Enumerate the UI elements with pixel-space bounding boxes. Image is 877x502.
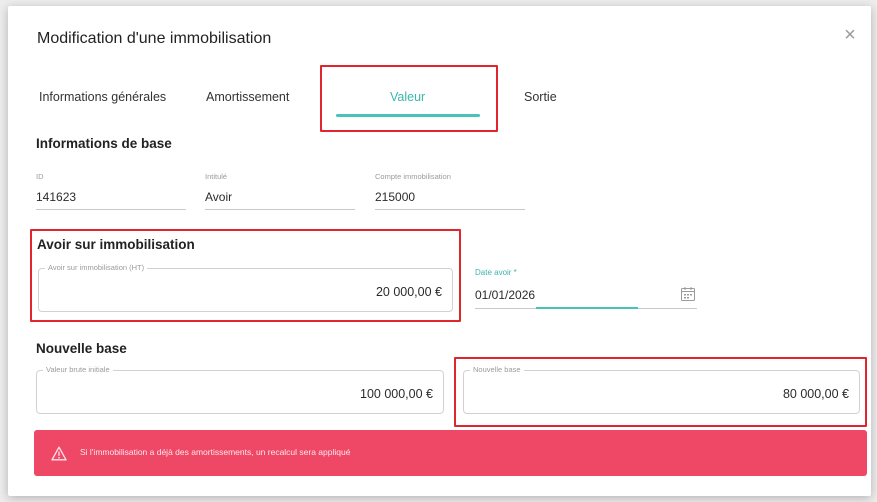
nouvelle-base-field: Nouvelle base 80 000,00 €	[463, 365, 860, 414]
compte-immobilisation-underline	[375, 209, 525, 210]
avoir-amount-label: Avoir sur immobilisation (HT)	[45, 263, 148, 272]
avoir-amount-value: 20 000,00 €	[375, 285, 442, 299]
valeur-brute-initiale-value: 100 000,00 €	[360, 387, 433, 401]
id-value: 141623	[36, 190, 77, 204]
valeur-brute-initiale-label: Valeur brute initiale	[43, 365, 113, 374]
intitule-label: Intitulé	[205, 172, 228, 181]
id-field-underline	[36, 209, 186, 210]
edit-asset-modal: Modification d'une immobilisation × Info…	[8, 6, 871, 496]
compte-immobilisation-value[interactable]: 215000	[375, 190, 415, 204]
compte-immobilisation-label: Compte immobilisation	[375, 172, 451, 181]
calendar-icon[interactable]	[680, 286, 696, 302]
section-title-informations-de-base: Informations de base	[36, 136, 172, 151]
nouvelle-base-label: Nouvelle base	[470, 365, 524, 374]
active-tab-indicator	[336, 114, 480, 117]
id-label: ID	[36, 172, 44, 181]
close-icon[interactable]: ×	[841, 25, 859, 45]
avoir-amount-field[interactable]: Avoir sur immobilisation (HT) 20 000,00 …	[38, 263, 453, 312]
section-title-nouvelle-base: Nouvelle base	[36, 341, 127, 356]
section-title-avoir-sur-immobilisation: Avoir sur immobilisation	[37, 237, 195, 252]
valeur-brute-initiale-field: Valeur brute initiale 100 000,00 €	[36, 365, 444, 414]
alert-message: Si l'immobilisation a déjà des amortisse…	[80, 447, 351, 457]
warning-icon	[51, 446, 67, 461]
date-avoir-focus-bar	[536, 307, 638, 309]
date-avoir-input[interactable]: 01/01/2026	[475, 288, 535, 302]
tab-sortie[interactable]: Sortie	[524, 90, 557, 104]
modal-title: Modification d'une immobilisation	[37, 30, 272, 47]
tab-valeur[interactable]: Valeur	[390, 90, 425, 104]
intitule-value[interactable]: Avoir	[205, 190, 232, 204]
date-avoir-label: Date avoir *	[475, 268, 517, 277]
tab-informations-generales[interactable]: Informations générales	[39, 90, 166, 104]
nouvelle-base-value: 80 000,00 €	[782, 387, 849, 401]
tab-amortissement[interactable]: Amortissement	[206, 90, 289, 104]
intitule-field-underline	[205, 209, 355, 210]
recalcul-warning-alert: Si l'immobilisation a déjà des amortisse…	[34, 430, 867, 476]
